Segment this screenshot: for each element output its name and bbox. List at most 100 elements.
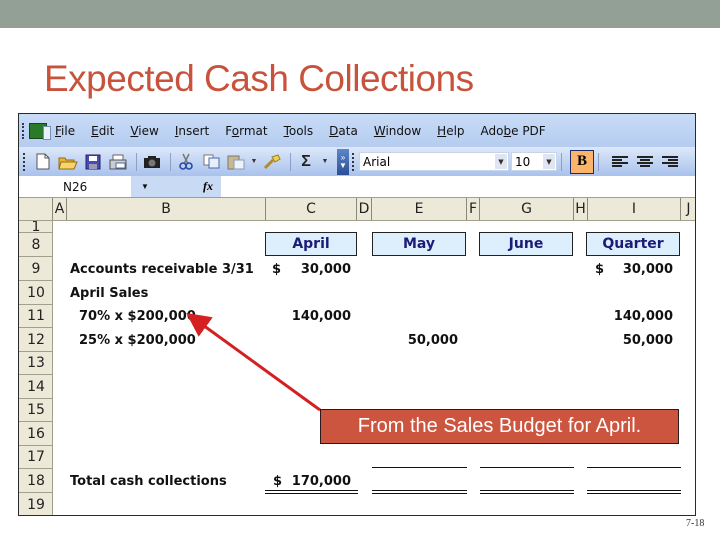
row-header-column: 1 8 9 10 11 12 13 14 15 16 17 18 19 (19, 221, 53, 515)
row-header-17[interactable]: 17 (19, 446, 53, 469)
cell-i11[interactable]: 140,000 (589, 304, 673, 328)
font-name-select[interactable]: Arial ▼ (359, 152, 509, 171)
row-header-13[interactable]: 13 (19, 352, 53, 375)
header-may[interactable]: May (372, 232, 466, 256)
name-box[interactable]: N26 (19, 177, 131, 196)
print-preview-icon[interactable] (107, 151, 129, 173)
slide-title: Expected Cash Collections (44, 58, 474, 99)
cell-b12[interactable]: 25% x $200,000 (79, 328, 196, 352)
column-header-h[interactable]: H (574, 198, 588, 220)
row-header-16[interactable]: 16 (19, 422, 53, 446)
menu-format[interactable]: Format (225, 124, 267, 138)
toolbar-separator (290, 152, 291, 171)
column-header-j[interactable]: J (681, 198, 695, 220)
cell-i9[interactable]: 30,000 (599, 257, 673, 281)
column-header-d[interactable]: D (357, 198, 372, 220)
cell-c9[interactable]: 30,000 (279, 257, 351, 281)
excel-app-icon[interactable] (29, 122, 51, 140)
cell-b9[interactable]: Accounts receivable 3/31 (70, 257, 254, 281)
toolbar-options-chevron-icon[interactable]: » ▼ (337, 148, 349, 175)
slide-number: 7-18 (686, 518, 705, 529)
cell-b11[interactable]: 70% x $200,000 (79, 304, 196, 328)
menu-edit[interactable]: Edit (91, 124, 114, 138)
new-icon[interactable] (32, 151, 54, 173)
row-header-12[interactable]: 12 (19, 328, 53, 352)
column-header-c[interactable]: C (266, 198, 357, 220)
align-right-icon[interactable] (662, 155, 678, 168)
double-border-e18 (372, 490, 467, 494)
copy-icon[interactable] (200, 151, 222, 173)
cell-b18[interactable]: Total cash collections (70, 469, 227, 493)
menu-tools[interactable]: Tools (284, 124, 314, 138)
bold-button[interactable]: B (570, 149, 594, 174)
menu-file[interactable]: File (55, 124, 75, 138)
camera-icon[interactable] (141, 151, 163, 173)
column-header-b[interactable]: B (67, 198, 266, 220)
slide-header-band (0, 0, 720, 28)
column-header-i[interactable]: I (588, 198, 681, 220)
align-center-icon[interactable] (637, 155, 653, 168)
paste-dropdown-icon[interactable]: ▼ (250, 151, 258, 173)
font-size-value: 10 (515, 154, 531, 169)
row-header-10[interactable]: 10 (19, 281, 53, 305)
paste-icon[interactable] (225, 151, 247, 173)
double-border-i18 (587, 490, 681, 494)
font-dropdown-icon[interactable]: ▼ (495, 154, 507, 169)
menu-window[interactable]: Window (374, 124, 421, 138)
row-header-9[interactable]: 9 (19, 257, 53, 281)
border-top-g18 (480, 467, 574, 468)
menu-insert[interactable]: Insert (175, 124, 209, 138)
font-size-select[interactable]: 10 ▼ (511, 152, 557, 171)
cut-icon[interactable] (175, 151, 197, 173)
column-header-a[interactable]: A (53, 198, 67, 220)
menubar-grip[interactable] (22, 122, 26, 139)
column-header-row: A B C D E F G H I J (19, 197, 695, 221)
formula-input[interactable] (221, 176, 695, 197)
excel-window: File Edit View Insert Format Tools Data … (18, 113, 696, 516)
worksheet-grid[interactable]: A B C D E F G H I J 1 8 9 10 11 12 13 14… (19, 197, 695, 515)
double-border-c18 (265, 490, 358, 494)
formula-bar: N26 ▼ fx (19, 176, 695, 197)
menu-bar: File Edit View Insert Format Tools Data … (19, 114, 695, 147)
border-top-e18 (372, 467, 467, 468)
row-header-19[interactable]: 19 (19, 493, 53, 515)
header-april[interactable]: April (265, 232, 357, 256)
formatting-toolbar-grip[interactable] (352, 152, 355, 171)
toolbar-separator (561, 152, 562, 171)
column-header-f[interactable]: F (467, 198, 480, 220)
row-header-18[interactable]: 18 (19, 469, 53, 493)
cell-b10[interactable]: April Sales (70, 281, 148, 305)
toolbar-grip[interactable] (23, 152, 26, 171)
save-icon[interactable] (82, 151, 104, 173)
header-june[interactable]: June (479, 232, 573, 256)
header-quarter[interactable]: Quarter (586, 232, 680, 256)
column-header-e[interactable]: E (372, 198, 467, 220)
column-header-g[interactable]: G (480, 198, 574, 220)
row-header-8[interactable]: 8 (19, 233, 53, 257)
name-box-dropdown-icon[interactable]: ▼ (131, 176, 203, 197)
menu-adobe-pdf[interactable]: Adobe PDF (481, 124, 546, 138)
font-size-dropdown-icon[interactable]: ▼ (543, 154, 555, 169)
align-left-icon[interactable] (612, 155, 628, 168)
insert-function-icon[interactable]: fx (203, 176, 221, 197)
row-header-1[interactable]: 1 (19, 221, 53, 233)
row-header-14[interactable]: 14 (19, 375, 53, 399)
standard-toolbar: ▼ Σ ▼ » ▼ Arial ▼ 10 ▼ B (19, 147, 695, 176)
cell-e12[interactable]: 50,000 (379, 328, 458, 352)
cell-i12[interactable]: 50,000 (589, 328, 673, 352)
menu-data[interactable]: Data (329, 124, 358, 138)
cell-c11[interactable]: 140,000 (269, 304, 351, 328)
autosum-dropdown-icon[interactable]: ▼ (320, 151, 330, 173)
row-header-15[interactable]: 15 (19, 399, 53, 422)
toolbar-separator (598, 152, 599, 171)
toolbar-separator (136, 152, 137, 171)
menu-help[interactable]: Help (437, 124, 464, 138)
double-border-g18 (480, 490, 574, 494)
autosum-icon[interactable]: Σ (295, 151, 317, 173)
font-name-value: Arial (363, 154, 391, 169)
menu-view[interactable]: View (130, 124, 158, 138)
select-all-corner[interactable] (19, 198, 53, 220)
open-icon[interactable] (57, 151, 79, 173)
row-header-11[interactable]: 11 (19, 305, 53, 328)
format-painter-icon[interactable] (261, 151, 283, 173)
